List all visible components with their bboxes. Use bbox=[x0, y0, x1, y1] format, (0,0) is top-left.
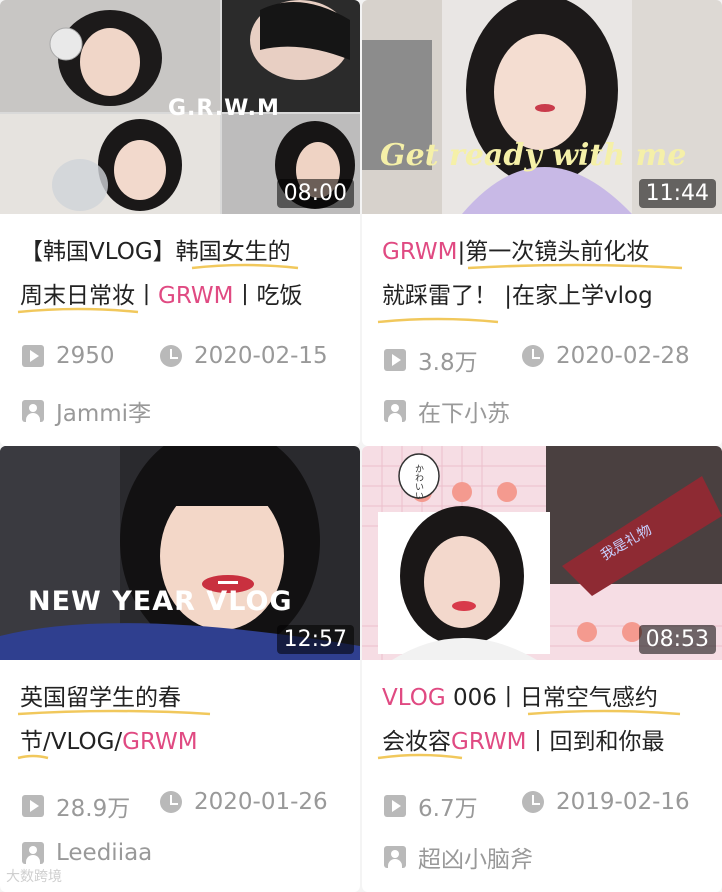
video-title[interactable]: VLOG 006丨日常空气感约 会妆容GRWM丨回到和你最 bbox=[382, 676, 704, 764]
user-icon bbox=[384, 400, 406, 422]
duration-badge: 08:53 bbox=[638, 625, 716, 654]
view-count: 28.9万 bbox=[22, 789, 130, 823]
duration-badge: 08:00 bbox=[276, 179, 354, 208]
publish-date: 2019-02-16 bbox=[522, 789, 690, 815]
sticker-text: かわいい bbox=[413, 464, 423, 500]
play-icon bbox=[22, 345, 44, 367]
author[interactable]: 在下小苏 bbox=[384, 394, 510, 428]
publish-date: 2020-02-28 bbox=[522, 343, 690, 369]
publish-date: 2020-02-15 bbox=[160, 343, 328, 369]
user-icon bbox=[22, 400, 44, 422]
user-icon bbox=[384, 846, 406, 868]
author[interactable]: Leediiaa bbox=[22, 840, 152, 866]
video-card-1[interactable]: G.R.W.M 08:00 【韩国VLOG】韩国女生的 周末日常妆丨GRWM丨吃… bbox=[0, 0, 360, 446]
video-title[interactable]: 英国留学生的春 节/VLOG/GRWM bbox=[20, 676, 342, 764]
duration-badge: 12:57 bbox=[276, 625, 354, 654]
author[interactable]: Jammi李 bbox=[22, 394, 151, 428]
video-card-3[interactable]: NEW YEAR VLOG 12:57 英国留学生的春 节/VLOG/GRWM … bbox=[0, 446, 360, 892]
view-count: 3.8万 bbox=[384, 343, 478, 377]
video-thumbnail[interactable]: かわいい 我是礼物 08:53 bbox=[362, 446, 722, 660]
view-count: 6.7万 bbox=[384, 789, 478, 823]
clock-icon bbox=[160, 345, 182, 367]
video-card-4[interactable]: かわいい 我是礼物 08:53 VLOG 006丨日常空气感约 会妆容GRWM丨… bbox=[362, 446, 722, 892]
thumbnail-caption: NEW YEAR VLOG bbox=[28, 586, 293, 617]
play-icon bbox=[384, 795, 406, 817]
title-line-1: VLOG 006丨日常空气感约 bbox=[382, 685, 658, 711]
clock-icon bbox=[522, 345, 544, 367]
video-card-2[interactable]: Get ready with me 11:44 GRWM|第一次镜头前化妆 就踩… bbox=[362, 0, 722, 446]
user-icon bbox=[22, 842, 44, 864]
duration-badge: 11:44 bbox=[638, 179, 716, 208]
title-line-2: 周末日常妆丨GRWM丨吃饭 bbox=[20, 283, 303, 309]
clock-icon bbox=[522, 791, 544, 813]
author[interactable]: 超凶小脑斧 bbox=[384, 840, 533, 874]
title-line-2: 节/VLOG/GRWM bbox=[20, 729, 198, 755]
title-line-2: 会妆容GRWM丨回到和你最 bbox=[382, 729, 665, 755]
view-count: 2950 bbox=[22, 343, 115, 369]
title-line-2: 就踩雷了！ |在家上学vlog bbox=[382, 283, 653, 309]
video-title[interactable]: GRWM|第一次镜头前化妆 就踩雷了！ |在家上学vlog bbox=[382, 230, 704, 318]
title-line-1: GRWM|第一次镜头前化妆 bbox=[382, 239, 650, 265]
video-thumbnail[interactable]: G.R.W.M 08:00 bbox=[0, 0, 360, 214]
thumbnail-caption: G.R.W.M bbox=[168, 96, 280, 121]
clock-icon bbox=[160, 791, 182, 813]
publish-date: 2020-01-26 bbox=[160, 789, 328, 815]
video-title[interactable]: 【韩国VLOG】韩国女生的 周末日常妆丨GRWM丨吃饭 bbox=[20, 230, 342, 318]
thumbnail-caption: Get ready with me bbox=[380, 138, 687, 173]
video-thumbnail[interactable]: NEW YEAR VLOG 12:57 bbox=[0, 446, 360, 660]
title-line-1: 英国留学生的春 bbox=[20, 685, 181, 711]
play-icon bbox=[22, 795, 44, 817]
video-thumbnail[interactable]: Get ready with me 11:44 bbox=[362, 0, 722, 214]
title-line-1: 【韩国VLOG】韩国女生的 bbox=[20, 239, 291, 265]
play-icon bbox=[384, 349, 406, 371]
watermark: 大数跨境 bbox=[6, 869, 62, 885]
